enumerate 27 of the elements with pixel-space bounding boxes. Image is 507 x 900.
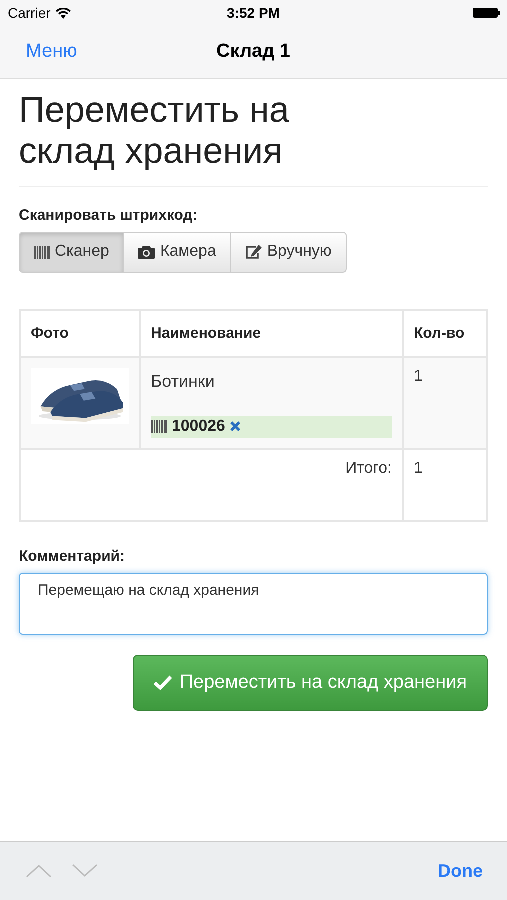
product-name: Ботинки [151,372,216,392]
remove-icon[interactable] [230,421,242,432]
column-header: Кол-во [403,310,487,357]
column-header: Наименование [140,310,403,357]
total-label: Итого: [20,448,403,521]
check-icon [154,675,172,690]
camera-icon [138,245,156,260]
back-link[interactable]: Меню [26,41,78,63]
comment-label: Комментарий: [19,548,126,565]
total-quantity: 1 [403,448,487,521]
scan-mode-button[interactable]: Камера [124,232,232,273]
barcode-icon [151,420,167,434]
scan-mode-button[interactable]: Вручную [231,232,347,273]
nav-title: Склад 1 [216,41,290,63]
status-time: 3:52 PM [227,5,280,21]
scan-label: Сканировать штрихкод: [19,206,199,224]
page-heading: Переместить на склад хранения [19,89,290,172]
carrier-name: Carrier [8,5,51,21]
wifi-icon [56,8,71,18]
quantity-cell: 1 [403,356,487,449]
column-header: Фото [20,310,140,357]
scan-mode-button[interactable]: Сканер [19,232,124,273]
barcode-number: 100026 [172,418,226,436]
edit-icon [245,244,262,260]
barcode-icon [34,246,50,259]
comment-field[interactable]: Перемещаю на склад хранения [19,572,488,635]
battery-icon [473,7,501,19]
